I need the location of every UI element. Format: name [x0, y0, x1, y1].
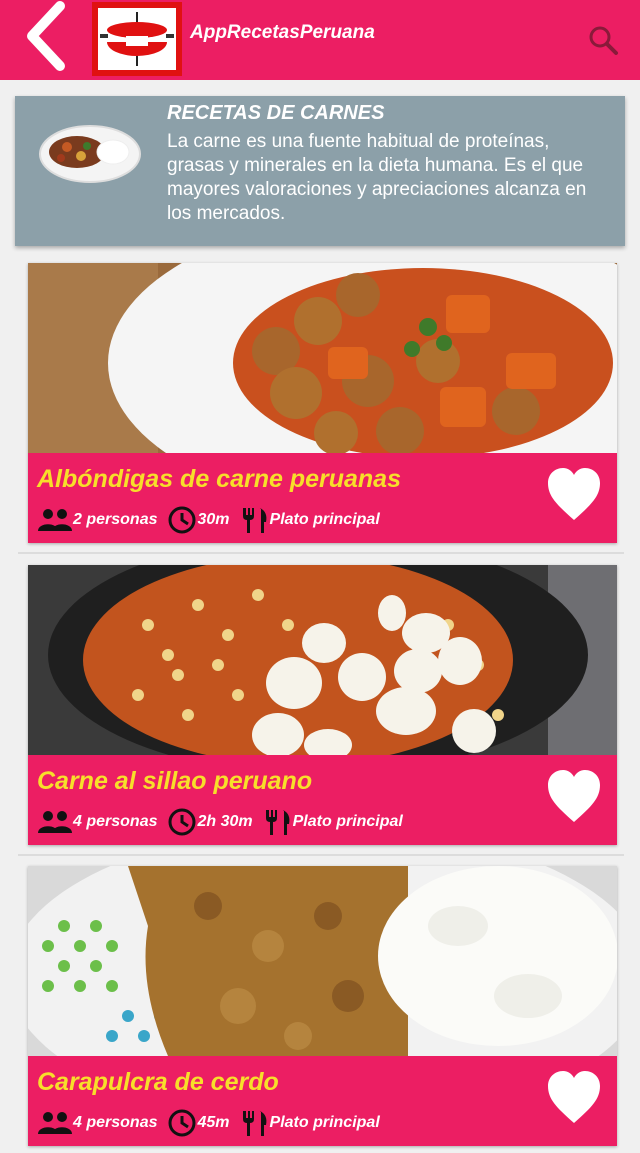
recipe-photo [28, 263, 617, 453]
recipe-photo [28, 866, 617, 1056]
recipe-meta: 4 personas 45m Plato principal [37, 1108, 390, 1138]
recipe-title: Carapulcra de cerdo [37, 1068, 279, 1096]
recipe-card[interactable]: Carapulcra de cerdo 4 personas 45m Plato… [28, 866, 617, 1146]
banner-title: RECETAS DE CARNES [167, 102, 385, 124]
recipe-card[interactable]: Albóndigas de carne peruanas 2 personas … [28, 263, 617, 543]
recipe-title: Albóndigas de carne peruanas [37, 465, 401, 493]
divider [18, 552, 624, 554]
time-text: 45m [197, 1114, 230, 1131]
time-text: 2h 30m [197, 813, 253, 830]
pot-logo-icon [98, 8, 176, 70]
category-text: Plato principal [292, 813, 403, 830]
recipe-meta: 4 personas 2h 30m Plato principal [37, 807, 413, 837]
category-banner: RECETAS DE CARNES La carne es una fuente… [15, 96, 625, 246]
clock-icon [168, 808, 196, 836]
cutlery-icon [242, 508, 266, 533]
app-title: AppRecetasPeruana [190, 22, 375, 43]
recipe-photo [28, 565, 617, 755]
recipe-card[interactable]: Carne al sillao peruano 4 personas 2h 30… [28, 565, 617, 845]
cutlery-icon [242, 1111, 266, 1136]
people-icon [38, 1112, 72, 1134]
servings-text: 4 personas [73, 1114, 158, 1131]
servings-text: 2 personas [73, 511, 158, 528]
dish-thumbnail [39, 125, 141, 183]
search-icon [589, 26, 618, 55]
heart-icon [548, 770, 600, 822]
app-bar: AppRecetasPeruana [0, 0, 640, 80]
recipe-title: Carne al sillao peruano [37, 767, 313, 795]
heart-icon [548, 468, 600, 520]
time-text: 30m [197, 511, 230, 528]
favorite-button[interactable] [546, 768, 602, 826]
favorite-button[interactable] [546, 466, 602, 524]
people-icon [38, 811, 72, 833]
banner-description: La carne es una fuente habitual de prote… [167, 131, 587, 224]
divider [18, 854, 624, 856]
people-icon [38, 509, 72, 531]
clock-icon [168, 1109, 196, 1137]
category-text: Plato principal [269, 511, 380, 528]
back-arrow-icon [27, 1, 65, 71]
cutlery-icon [265, 810, 290, 835]
heart-icon [548, 1071, 600, 1123]
servings-text: 4 personas [73, 813, 158, 830]
favorite-button[interactable] [546, 1069, 602, 1127]
search-button[interactable] [585, 22, 621, 58]
back-button[interactable] [16, 0, 76, 72]
app-logo [92, 2, 182, 76]
clock-icon [168, 506, 196, 534]
category-text: Plato principal [269, 1114, 380, 1131]
recipe-meta: 2 personas 30m Plato principal [37, 505, 390, 535]
